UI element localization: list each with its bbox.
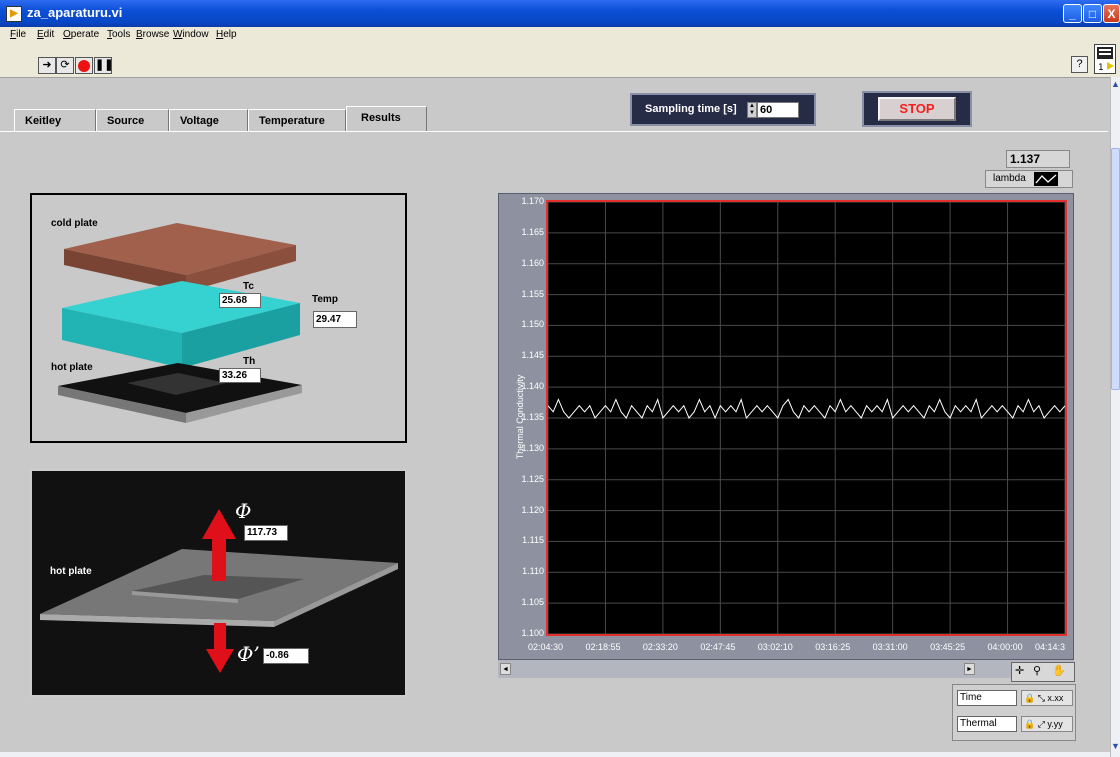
cold-plate-label: cold plate [51,218,98,229]
chart-scrollbar[interactable] [498,660,1074,678]
menu-operate[interactable]: Operate [63,29,99,40]
x-scale-name[interactable]: Time [957,690,1017,706]
y-tick-label: 1.145 [521,350,544,361]
scroll-down-icon[interactable]: ▼ [1111,741,1120,751]
horizontal-scrollbar[interactable] [0,752,1110,757]
toolbar [0,43,1120,78]
th-value: 33.26 [219,368,261,383]
y-tick-label: 1.110 [522,566,544,577]
context-help-button[interactable]: ? [1071,56,1088,73]
scroll-left-icon[interactable]: ◄ [500,663,511,675]
window-title: za_aparaturu.vi [27,5,123,20]
x-tick-label: 03:31:00 [872,642,908,652]
x-tick-label: 02:33:20 [642,642,678,652]
x-tick-label: 03:45:25 [930,642,966,652]
temp-label: Temp [312,294,338,305]
maximize-button[interactable]: □ [1083,4,1102,23]
sampling-time-label: Sampling time [s] [645,103,737,115]
run-continuously-icon[interactable]: ⟳ [56,57,74,74]
temp-value: 29.47 [313,311,357,328]
close-button[interactable]: X [1103,4,1120,23]
legend-line-icon [1034,172,1058,186]
y-tick-label: 1.105 [521,597,544,608]
menu-browse[interactable]: Browse [136,29,169,40]
y-tick-label: 1.120 [521,504,544,515]
labview-app-icon[interactable]: ▶ [6,6,22,22]
x-tick-label: 02:47:45 [700,642,736,652]
phi-value: 117.73 [244,525,288,541]
stop-button[interactable]: STOP [878,97,956,121]
y-tick-label: 1.155 [521,288,544,299]
y-tick-label: 1.130 [521,442,544,453]
menu-help[interactable]: Help [216,29,237,40]
y-tick-label: 1.115 [522,535,544,546]
hot-plate-label-top: hot plate [51,362,93,373]
title-bar [0,0,1120,27]
x-tick-label: 02:18:55 [585,642,621,652]
sampling-time-input[interactable]: 60 [757,102,799,118]
series-line-0 [548,397,1065,420]
menu-edit[interactable]: Edit [37,29,54,40]
scroll-up-icon[interactable]: ▲ [1111,79,1120,89]
tc-label: Tc [243,281,254,292]
phi-label: Φ [235,499,252,523]
x-tick-label: 03:16:25 [815,642,851,652]
hot-plate-label-bottom: hot plate [50,566,92,577]
x-tick-label: 02:04:30 [528,642,564,652]
minimize-button[interactable]: _ [1063,4,1082,23]
y-tick-label: 1.100 [521,628,544,638]
y-tick-label: 1.160 [521,257,544,268]
heat-flux-illustration [40,509,398,673]
menu-window[interactable]: Window [173,29,209,40]
th-label: Th [243,356,256,367]
y-scale-name[interactable]: Thermal [957,716,1017,732]
x-scale-lock-icon[interactable]: 🔒 ⤡ x.xx [1021,690,1073,706]
zoom-icon[interactable]: ⚲ [1033,664,1041,677]
lambda-value: 1.137 [1006,150,1070,168]
menu-file[interactable]: File [10,29,26,40]
tab-keitley[interactable]: Keitley [14,109,96,131]
svg-text:1: 1 [1098,63,1104,73]
tab-temperature[interactable]: Temperature [248,109,346,131]
y-tick-label: 1.125 [521,473,544,484]
pause-icon[interactable]: ❚❚ [94,57,113,74]
run-arrow-icon[interactable]: ➜ [38,57,56,74]
x-tick-label: 03:02:10 [757,642,793,652]
tc-value: 25.68 [219,293,261,308]
y-tick-label: 1.140 [521,381,544,392]
waveform-plot [548,202,1065,634]
scroll-right-icon[interactable]: ► [964,663,975,675]
y-tick-label: 1.170 [521,196,544,206]
vertical-scroll-thumb[interactable] [1111,148,1120,390]
tab-panel-border [0,131,1108,132]
vi-icon[interactable]: 1 [1094,44,1116,74]
x-tick-label: 04:14:3 [1035,642,1066,652]
y-tick-label: 1.135 [521,412,544,422]
legend-label: lambda [993,173,1026,184]
tab-source[interactable]: Source [96,109,169,131]
abort-icon[interactable] [75,57,93,74]
y-tick-label: 1.150 [521,319,544,330]
tab-voltage[interactable]: Voltage [169,109,248,131]
phi-prime-label: Φ’ [237,642,260,666]
pan-hand-icon[interactable]: ✋ [1052,664,1066,677]
y-tick-label: 1.165 [521,226,544,237]
phi-prime-value: -0.86 [263,648,309,664]
x-tick-label: 04:00:00 [987,642,1023,652]
y-scale-lock-icon[interactable]: 🔒 ⤢ y.yy [1021,716,1073,732]
sampling-time-spinner[interactable]: ▲ ▼ [747,102,757,118]
menu-tools[interactable]: Tools [107,29,130,40]
tab-results[interactable]: Results [346,106,427,132]
cursor-move-icon[interactable]: ✛ [1015,664,1024,677]
